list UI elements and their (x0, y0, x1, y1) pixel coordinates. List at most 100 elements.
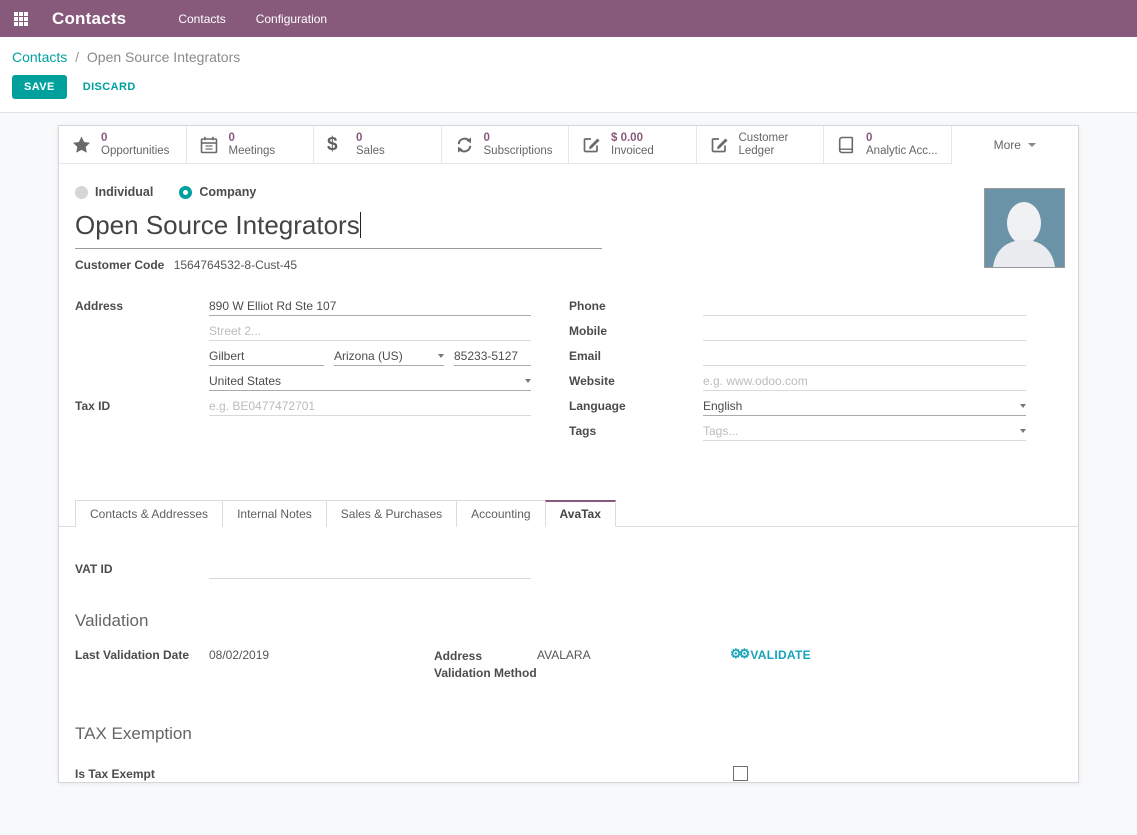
chevron-down-icon (1020, 404, 1026, 408)
stat-button-box: 0 Opportunities 0 Meetings (59, 126, 1078, 164)
stat-button-customer-ledger[interactable]: Customer Ledger (697, 126, 825, 164)
chevron-down-icon (1020, 429, 1026, 433)
stat-label: Customer Ledger (739, 132, 824, 157)
website-input[interactable] (703, 371, 1026, 391)
app-brand[interactable]: Contacts (52, 9, 126, 29)
tab-sales-purchases[interactable]: Sales & Purchases (326, 500, 457, 527)
stat-label: Meetings (229, 145, 276, 158)
chevron-down-icon (525, 379, 531, 383)
radio-company[interactable]: Company (179, 185, 256, 199)
address-group: Address Arizona (US) (75, 293, 531, 443)
star-icon (72, 136, 94, 154)
phone-input[interactable] (703, 296, 1026, 316)
stat-label: Invoiced (611, 145, 654, 158)
customer-code-value: 1564764532-8-Cust-45 (174, 258, 297, 272)
street2-input[interactable] (209, 321, 531, 341)
menu-configuration[interactable]: Configuration (256, 1, 327, 37)
language-select[interactable]: English (703, 396, 1026, 416)
radio-individual[interactable]: Individual (75, 185, 153, 199)
breadcrumb-link[interactable]: Contacts (12, 49, 67, 65)
phone-label: Phone (569, 299, 703, 313)
radio-company-label: Company (199, 185, 256, 199)
dollar-icon: $ (327, 134, 349, 156)
breadcrumb-separator: / (75, 49, 79, 65)
avatar[interactable] (984, 188, 1065, 268)
is-tax-exempt-checkbox[interactable] (733, 766, 748, 781)
tax-exemption-section-title: TAX Exemption (75, 724, 1062, 744)
vat-id-label: VAT ID (75, 562, 209, 576)
website-label: Website (569, 374, 703, 388)
menu-contacts[interactable]: Contacts (178, 1, 225, 37)
tab-avatax[interactable]: AvaTax (545, 500, 616, 527)
stat-button-analytic-accounts[interactable]: 0 Analytic Acc... (824, 126, 952, 164)
state-select[interactable]: Arizona (US) (334, 346, 444, 366)
breadcrumb-current: Open Source Integrators (87, 49, 240, 65)
validate-button[interactable]: ⚙⚙ VALIDATE (730, 648, 811, 662)
contact-group: Phone Mobile Email Website (569, 293, 1026, 443)
tags-placeholder: Tags... (703, 424, 738, 438)
address-validation-method-value: AVALARA (537, 648, 730, 662)
tags-label: Tags (569, 424, 703, 438)
stat-label: Opportunities (101, 145, 169, 158)
tax-id-label: Tax ID (75, 399, 209, 413)
stat-label: Subscriptions (484, 145, 553, 158)
stat-value: 0 (101, 132, 169, 145)
language-value: English (703, 399, 742, 413)
stat-value: $ 0.00 (611, 132, 654, 145)
address-label: Address (75, 299, 209, 313)
stat-value: 0 (229, 132, 276, 145)
mobile-label: Mobile (569, 324, 703, 338)
language-label: Language (569, 399, 703, 413)
stat-button-meetings[interactable]: 0 Meetings (187, 126, 315, 164)
tab-internal-notes[interactable]: Internal Notes (222, 500, 327, 527)
street-input[interactable] (209, 296, 531, 316)
tax-id-input[interactable] (209, 396, 531, 416)
state-value: Arizona (US) (334, 349, 403, 363)
stat-button-invoiced[interactable]: $ 0.00 Invoiced (569, 126, 697, 164)
chevron-down-icon (438, 354, 444, 358)
radio-company-circle[interactable] (179, 186, 192, 199)
control-panel: Contacts / Open Source Integrators SAVE … (0, 37, 1137, 113)
is-tax-exempt-label: Is Tax Exempt (75, 767, 733, 781)
text-cursor (360, 212, 361, 238)
vat-id-input[interactable] (209, 559, 531, 579)
record-name[interactable]: Open Source Integrators (75, 210, 360, 240)
last-validation-date-label: Last Validation Date (75, 648, 209, 662)
stat-value: 0 (484, 132, 553, 145)
record-name-input[interactable]: Open Source Integrators (75, 210, 602, 249)
zip-input[interactable] (454, 346, 531, 366)
validate-label: VALIDATE (750, 648, 811, 662)
save-button[interactable]: SAVE (12, 75, 67, 99)
breadcrumb: Contacts / Open Source Integrators (12, 49, 1125, 65)
apps-menu-icon[interactable] (14, 12, 28, 26)
email-input[interactable] (703, 346, 1026, 366)
address-validation-method-label: Address Validation Method (434, 648, 537, 682)
country-select[interactable]: United States (209, 371, 531, 391)
mobile-input[interactable] (703, 321, 1026, 341)
stat-label: Analytic Acc... (866, 145, 938, 158)
validation-section-title: Validation (75, 611, 1062, 631)
tab-accounting[interactable]: Accounting (456, 500, 545, 527)
radio-individual-circle[interactable] (75, 186, 88, 199)
stat-button-sales[interactable]: $ 0 Sales (314, 126, 442, 164)
stat-button-subscriptions[interactable]: 0 Subscriptions (442, 126, 570, 164)
city-input[interactable] (209, 346, 324, 366)
content-area: 0 Opportunities 0 Meetings (0, 113, 1137, 835)
more-label: More (994, 138, 1021, 152)
country-value: United States (209, 374, 281, 388)
edit-icon (710, 135, 732, 154)
radio-individual-label: Individual (95, 185, 153, 199)
edit-icon (582, 135, 604, 154)
calendar-icon (200, 136, 222, 154)
tags-input[interactable]: Tags... (703, 421, 1026, 441)
stat-label: Sales (356, 145, 385, 158)
chevron-down-icon (1028, 143, 1036, 147)
tab-contacts-addresses[interactable]: Contacts & Addresses (75, 500, 223, 527)
more-dropdown-button[interactable]: More (952, 126, 1079, 164)
company-type-selector: Individual Company (75, 185, 1062, 199)
discard-button[interactable]: DISCARD (83, 81, 136, 93)
gears-icon: ⚙⚙ (730, 648, 747, 660)
form-sheet: 0 Opportunities 0 Meetings (58, 125, 1079, 783)
book-icon (837, 136, 859, 154)
stat-button-opportunities[interactable]: 0 Opportunities (59, 126, 187, 164)
